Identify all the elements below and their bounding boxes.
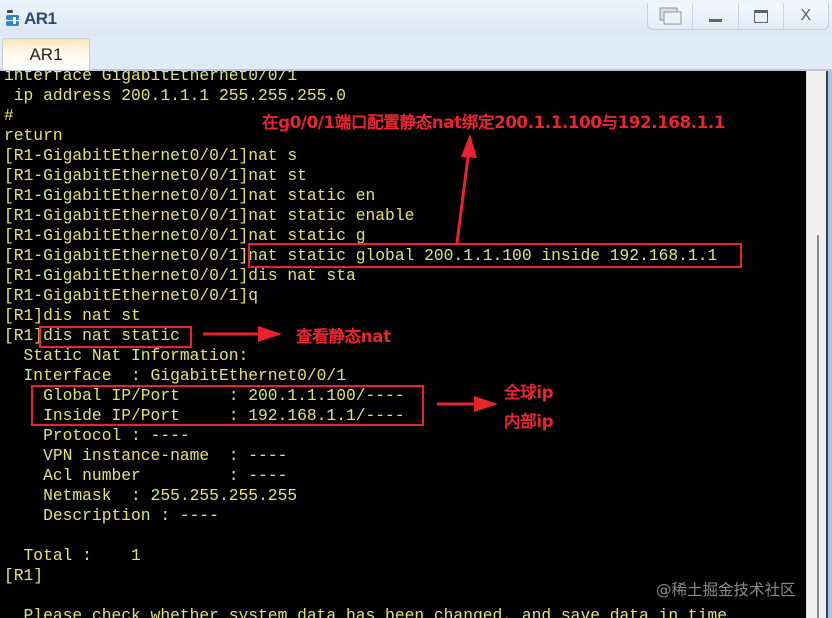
window-right-border [826, 71, 832, 618]
terminal-line: [R1] [4, 566, 44, 585]
close-icon: X [800, 7, 812, 24]
terminal-line: Static Nat Information: [4, 346, 249, 365]
tab-ar1[interactable]: AR1 [2, 38, 90, 70]
restore-layout-button[interactable] [648, 3, 694, 29]
terminal-line: [R1-GigabitEthernet0/0/1]nat static en [4, 186, 376, 205]
terminal-line: Protocol : ---- [4, 426, 190, 445]
terminal-line: Netmask : 255.255.255.255 [4, 486, 298, 505]
highlight-nat-static-global-command [248, 243, 742, 268]
terminal-line: [R1-GigabitEthernet0/0/1]q [4, 286, 259, 305]
window-titlebar[interactable]: AR1 X [0, 0, 832, 37]
terminal-line: Interface : GigabitEthernet0/0/1 [4, 366, 346, 385]
scrollbar-thumb[interactable] [817, 235, 819, 618]
window-controls: X [647, 3, 829, 30]
highlight-dis-nat-static-command [39, 326, 192, 348]
terminal-console[interactable]: interface GigabitEthernet0/0/1 ip addres… [0, 71, 806, 618]
terminal-line: interface GigabitEthernet0/0/1 [4, 71, 298, 85]
window-restore-icon [659, 7, 682, 25]
network-device-icon [6, 10, 19, 26]
annotation-config-note: 在g0/0/1端口配置静态nat绑定200.1.1.100与192.168.1.… [262, 113, 726, 132]
annotation-inside-ip: 内部ip [504, 412, 554, 431]
maximize-icon [753, 9, 768, 23]
terminal-line: [R1-GigabitEthernet0/0/1]nat st [4, 166, 307, 185]
terminal-line: Acl number : ---- [4, 466, 288, 485]
terminal-line: Description : ---- [4, 506, 219, 525]
terminal-line: Please check whether system data has bee… [4, 606, 728, 618]
annotation-view-note: 查看静态nat [296, 327, 391, 346]
terminal-line: [R1-GigabitEthernet0/0/1]dis nat sta [4, 266, 356, 285]
window-title: AR1 [24, 9, 57, 28]
terminal-line: Total : 1 [4, 546, 141, 565]
minimize-icon [708, 18, 722, 22]
close-button[interactable]: X [784, 3, 828, 29]
highlight-global-inside-ip [31, 385, 424, 426]
tab-bar: AR1 [0, 36, 832, 71]
terminal-line: [R1-GigabitEthernet0/0/1]nat s [4, 146, 298, 165]
terminal-line: VPN instance-name : ---- [4, 446, 288, 465]
maximize-button[interactable] [739, 3, 784, 29]
minimize-button[interactable] [693, 3, 739, 29]
terminal-scrollbar[interactable] [806, 71, 827, 618]
terminal-line: [R1-GigabitEthernet0/0/1]nat static enab… [4, 206, 415, 225]
annotation-global-ip: 全球ip [504, 383, 554, 402]
watermark: @稀土掘金技术社区 [656, 581, 796, 599]
terminal-line: ip address 200.1.1.1 255.255.255.0 [4, 86, 346, 105]
